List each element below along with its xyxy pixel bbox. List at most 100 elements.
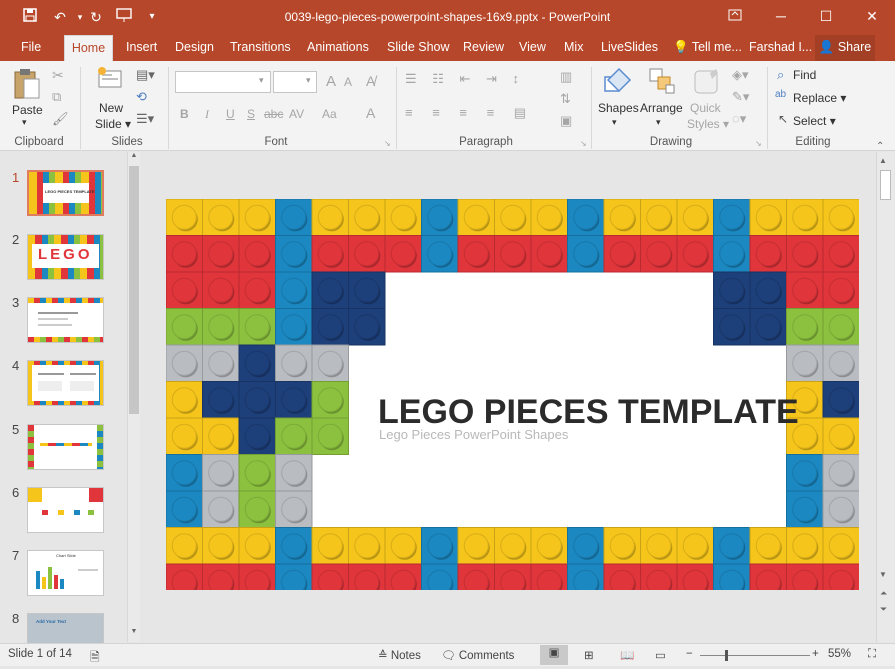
quick-styles-button[interactable]: Styles ▾ xyxy=(687,117,729,131)
shrink-font-button[interactable]: A xyxy=(344,75,352,89)
shape-fill-icon[interactable]: ◈▾ xyxy=(732,67,749,83)
thumbnails-scrollbar[interactable]: ▲ ▼ xyxy=(127,152,140,642)
tab-transitions[interactable]: Transitions xyxy=(228,35,293,61)
paragraph-dialog-launcher-icon[interactable]: ↘ xyxy=(580,139,587,148)
tab-animations[interactable]: Animations xyxy=(305,35,371,61)
quick-styles-icon[interactable] xyxy=(692,67,722,97)
collapse-ribbon-icon[interactable]: ⌃ xyxy=(876,141,884,152)
new-slide-label-1[interactable]: New xyxy=(99,101,123,115)
fit-slide-icon[interactable]: ⛶ xyxy=(868,648,876,661)
normal-view-icon[interactable]: ▣ xyxy=(540,645,568,665)
alignment-icons[interactable]: ≡ ≡ ≡ ≡ ▤ xyxy=(405,105,534,121)
tab-slide-show[interactable]: Slide Show xyxy=(385,35,452,61)
slide-sorter-icon[interactable]: ⊞ xyxy=(584,648,594,662)
select-button[interactable]: Select ▾ xyxy=(793,114,836,128)
font-dialog-launcher-icon[interactable]: ↘ xyxy=(384,139,391,148)
smartart-icon[interactable]: ▣ xyxy=(560,113,572,129)
slide-scrollbar[interactable]: ▲ ▼ ⏶ ⏷ xyxy=(876,152,894,642)
tab-insert[interactable]: Insert xyxy=(124,35,159,61)
arrange-button[interactable]: Arrange xyxy=(640,101,683,115)
slide-thumbnail-6[interactable] xyxy=(27,487,104,533)
scroll-up-icon[interactable]: ▲ xyxy=(128,152,140,164)
format-painter-icon[interactable]: 🖌 xyxy=(52,111,69,127)
shapes-dropdown-icon[interactable]: ▾ xyxy=(612,117,617,128)
ribbon-display-options-icon[interactable] xyxy=(712,0,758,32)
copy-icon[interactable]: ⧉ xyxy=(52,89,61,105)
shapes-icon[interactable] xyxy=(603,67,633,97)
lego-brick xyxy=(202,271,240,309)
tell-me-search[interactable]: 💡 Tell me... xyxy=(671,35,744,61)
comments-button[interactable]: 🗨 Comments xyxy=(441,648,514,662)
paste-button[interactable]: Paste xyxy=(12,103,43,117)
zoom-slider[interactable] xyxy=(700,655,810,656)
reset-icon[interactable]: ⟲ xyxy=(136,89,147,105)
slide-thumbnail-7[interactable]: Chart Slide xyxy=(27,550,104,596)
tab-mix[interactable]: Mix xyxy=(562,35,585,61)
new-slide-icon[interactable] xyxy=(96,67,124,97)
find-button[interactable]: Find xyxy=(793,68,816,82)
italic-button[interactable]: I xyxy=(205,107,209,122)
account-name[interactable]: Farshad I... xyxy=(747,35,814,61)
scroll-thumb[interactable] xyxy=(880,170,891,200)
slide-subtitle[interactable]: Lego Pieces PowerPoint Shapes xyxy=(379,427,568,442)
section-icon[interactable]: ☰▾ xyxy=(136,111,154,127)
maximize-icon[interactable]: ☐ xyxy=(803,0,849,32)
scroll-down-icon[interactable]: ▼ xyxy=(879,570,887,579)
shadow-button[interactable]: S xyxy=(247,107,255,121)
paste-dropdown-icon[interactable]: ▾ xyxy=(22,117,27,128)
slide-thumbnail-4[interactable] xyxy=(27,360,104,406)
cut-icon[interactable]: ✂ xyxy=(52,67,64,84)
slide-show-icon[interactable]: ▭ xyxy=(655,648,666,662)
font-family-input[interactable] xyxy=(175,71,271,93)
slide-canvas[interactable]: LEGO PIECES TEMPLATE Lego Pieces PowerPo… xyxy=(166,199,859,590)
shape-effects-icon[interactable]: ◌▾ xyxy=(732,111,746,127)
next-slide-icon[interactable]: ⏷ xyxy=(880,604,887,615)
scroll-down-icon[interactable]: ▼ xyxy=(128,628,140,640)
paste-icon[interactable] xyxy=(12,67,42,101)
bold-button[interactable]: B xyxy=(180,107,189,121)
quick-styles-label-1[interactable]: Quick xyxy=(690,101,721,115)
tab-design[interactable]: Design xyxy=(173,35,216,61)
drawing-dialog-launcher-icon[interactable]: ↘ xyxy=(755,139,762,148)
tab-liveslides[interactable]: LiveSlides xyxy=(599,35,660,61)
previous-slide-icon[interactable]: ⏶ xyxy=(880,588,887,599)
arrange-dropdown-icon[interactable]: ▾ xyxy=(656,117,661,128)
bullets-numbering-icons[interactable]: ☰ ☷ ⇤ ⇥ ↕ xyxy=(405,71,525,87)
font-color-button[interactable]: A xyxy=(366,105,375,121)
close-icon[interactable]: ✕ xyxy=(849,0,895,32)
zoom-in-icon[interactable]: + xyxy=(812,648,819,660)
share-button[interactable]: 👤 Share xyxy=(815,35,875,61)
slide-thumbnail-3[interactable] xyxy=(27,297,104,343)
font-size-dropdown-icon[interactable]: ▾ xyxy=(306,75,311,86)
layout-icon[interactable]: ▤▾ xyxy=(136,67,155,83)
minimize-icon[interactable]: ─ xyxy=(758,0,804,32)
shape-outline-icon[interactable]: ✎▾ xyxy=(732,89,749,105)
shapes-button[interactable]: Shapes xyxy=(598,101,639,115)
character-spacing-button[interactable]: AV xyxy=(289,107,304,121)
slide-thumbnail-1[interactable]: LEGO PIECES TEMPLATE xyxy=(27,170,104,216)
scroll-thumb[interactable] xyxy=(129,166,139,414)
underline-button[interactable]: U xyxy=(226,107,235,121)
zoom-level[interactable]: 55% xyxy=(828,648,851,660)
slide-thumbnail-2[interactable]: LEGO xyxy=(27,234,104,280)
zoom-slider-handle[interactable] xyxy=(725,650,728,661)
font-family-dropdown-icon[interactable]: ▾ xyxy=(259,75,264,86)
zoom-out-icon[interactable]: − xyxy=(686,648,693,660)
tab-review[interactable]: Review xyxy=(461,35,506,61)
clear-format-icon[interactable]: A̸ xyxy=(366,73,375,89)
notes-button[interactable]: ≙ Notes xyxy=(378,648,421,662)
change-case-button[interactable]: Aa xyxy=(322,107,337,121)
grow-font-button[interactable]: A xyxy=(326,73,336,90)
text-direction-icon[interactable]: ⇅ xyxy=(560,91,571,107)
tab-file[interactable]: File xyxy=(19,35,43,61)
columns-icon[interactable]: ▥ xyxy=(560,69,572,85)
reading-view-icon[interactable]: 📖 xyxy=(620,648,634,662)
slide-thumbnail-5[interactable] xyxy=(27,424,104,470)
arrange-icon[interactable] xyxy=(648,67,676,97)
replace-button[interactable]: Replace ▾ xyxy=(793,91,846,105)
new-slide-button[interactable]: Slide ▾ xyxy=(95,117,131,131)
strikethrough-button[interactable]: abc xyxy=(264,107,283,121)
scroll-up-icon[interactable]: ▲ xyxy=(879,156,887,165)
tab-view[interactable]: View xyxy=(517,35,548,61)
tab-home[interactable]: Home xyxy=(64,35,113,61)
